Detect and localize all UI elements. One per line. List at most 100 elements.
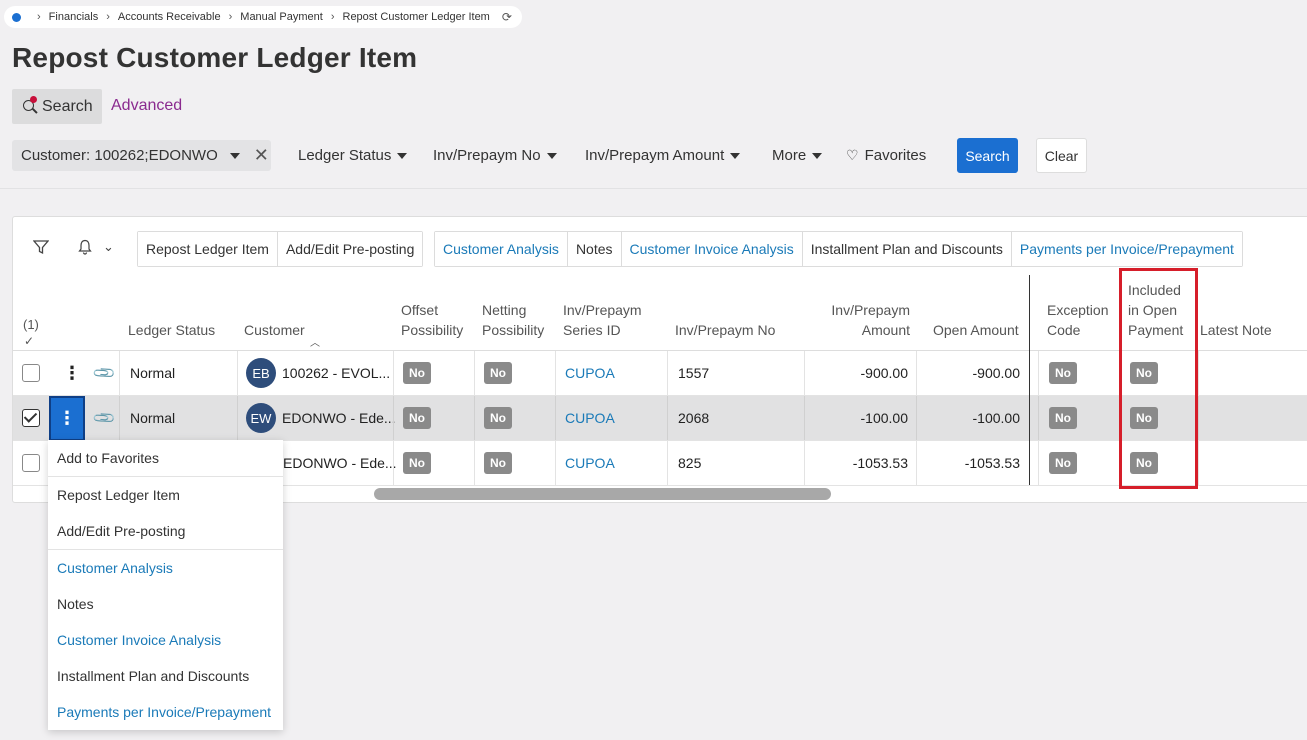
customer-invoice-analysis-button[interactable]: Customer Invoice Analysis <box>621 232 803 266</box>
cell-divider <box>916 396 917 440</box>
breadcrumb-accounts-receivable[interactable]: Accounts Receivable <box>118 11 221 23</box>
table-row[interactable]: ⋮ 📎 Normal EB 100262 - EVOL... No No CUP… <box>13 351 1307 396</box>
cell-divider <box>916 351 917 395</box>
more-filter[interactable]: More <box>772 147 823 164</box>
row-checkbox[interactable] <box>22 454 40 472</box>
inv-amount-filter-label: Inv/Prepaym Amount <box>585 147 725 164</box>
cell-divider <box>555 441 556 485</box>
scrollbar-thumb[interactable] <box>374 488 831 500</box>
home-icon[interactable] <box>12 12 21 22</box>
menu-notes[interactable]: Notes <box>57 596 94 612</box>
repost-ledger-item-button[interactable]: Repost Ledger Item <box>138 232 278 266</box>
offset-badge: No <box>403 407 431 429</box>
ledger-status-cell: Normal <box>130 365 176 381</box>
offset-badge: No <box>403 362 431 384</box>
cell-divider <box>555 351 556 395</box>
notes-button[interactable]: Notes <box>567 232 622 266</box>
cell-divider <box>474 351 475 395</box>
col-offset-possibility[interactable]: Offset Possibility <box>401 300 463 340</box>
installment-plan-button[interactable]: Installment Plan and Discounts <box>802 232 1012 266</box>
add-edit-preposting-button[interactable]: Add/Edit Pre-posting <box>277 232 423 266</box>
refresh-icon[interactable]: ⟳ <box>502 10 512 24</box>
series-id-link[interactable]: CUPOA <box>565 351 615 395</box>
menu-customer-invoice-analysis[interactable]: Customer Invoice Analysis <box>57 632 221 648</box>
ledger-status-filter[interactable]: Ledger Status <box>298 147 408 164</box>
chevron-right-icon: › <box>330 11 335 23</box>
cell-divider <box>916 441 917 485</box>
payments-per-invoice-button[interactable]: Payments per Invoice/Prepayment <box>1011 232 1242 266</box>
row-menu-icon[interactable]: ⋮ <box>49 396 85 441</box>
ledger-status-cell: Normal <box>130 410 176 426</box>
search-tab-label: Search <box>42 97 93 115</box>
clear-button[interactable]: Clear <box>1036 138 1087 173</box>
menu-repost-ledger-item[interactable]: Repost Ledger Item <box>57 487 180 503</box>
cell-divider <box>1198 396 1199 440</box>
menu-installment-plan[interactable]: Installment Plan and Discounts <box>57 668 249 684</box>
netting-badge: No <box>484 452 512 474</box>
netting-badge: No <box>484 407 512 429</box>
filter-icon[interactable] <box>32 239 50 260</box>
attachment-icon[interactable]: 📎 <box>91 360 117 386</box>
cell-divider <box>393 396 394 440</box>
col-exception-line1: Exception <box>1047 302 1109 318</box>
col-customer[interactable]: Customer <box>244 320 305 340</box>
menu-divider <box>48 549 283 550</box>
netting-cell: No <box>484 396 512 440</box>
open-amount-cell: -100.00 <box>972 410 1020 426</box>
row-menu-icon[interactable]: ⋮ <box>63 351 81 395</box>
series-id-link[interactable]: CUPOA <box>565 396 615 440</box>
command-group-primary: Repost Ledger Item Add/Edit Pre-posting <box>137 231 424 267</box>
col-open-amount[interactable]: Open Amount <box>933 320 1019 340</box>
breadcrumb-manual-payment[interactable]: Manual Payment <box>240 11 323 23</box>
breadcrumb-financials[interactable]: Financials <box>49 11 99 23</box>
col-ledger-status[interactable]: Ledger Status <box>128 320 215 340</box>
select-all-check[interactable]: ✓ <box>24 331 34 351</box>
col-netting-line1: Netting <box>482 302 527 318</box>
col-exception-code[interactable]: Exception Code <box>1047 300 1108 340</box>
col-latest-note[interactable]: Latest Note <box>1200 320 1272 340</box>
col-amount-line1: Inv/Prepaym <box>831 302 910 318</box>
col-inv-no[interactable]: Inv/Prepaym No <box>675 320 775 340</box>
bell-icon[interactable] <box>77 239 93 260</box>
customer-cell[interactable]: EDONWO - Ede... <box>283 441 397 485</box>
series-id-link[interactable]: CUPOA <box>565 441 615 485</box>
customer-name: 100262 - EVOL... <box>282 365 391 381</box>
search-tab[interactable]: Search <box>12 89 102 124</box>
customer-cell[interactable]: EW EDONWO - Ede... <box>246 396 396 440</box>
caret-down-icon[interactable] <box>229 152 240 159</box>
menu-payments-per-invoice[interactable]: Payments per Invoice/Prepayment <box>57 704 271 720</box>
offset-cell: No <box>403 441 431 485</box>
advanced-tab[interactable]: Advanced <box>111 97 182 115</box>
chevron-down-icon[interactable]: ⌄ <box>103 239 114 255</box>
cell-divider <box>804 351 805 395</box>
menu-add-to-favorites[interactable]: Add to Favorites <box>57 450 159 466</box>
heart-icon: ♡ <box>846 147 859 163</box>
col-netting-possibility[interactable]: Netting Possibility <box>482 300 544 340</box>
col-series-id[interactable]: Inv/Prepaym Series ID <box>563 300 642 340</box>
caret-down-icon <box>397 153 408 160</box>
customer-filter-chip[interactable]: Customer: 100262;EDONWO ✕ <box>12 140 271 171</box>
exception-cell: No <box>1049 351 1077 395</box>
customer-cell[interactable]: EB 100262 - EVOL... <box>246 351 390 395</box>
attachment-icon[interactable]: 📎 <box>91 405 117 431</box>
row-checkbox[interactable] <box>22 364 40 382</box>
netting-badge: No <box>484 362 512 384</box>
cell-divider <box>1198 441 1199 485</box>
avatar: EW <box>246 403 276 433</box>
menu-customer-analysis[interactable]: Customer Analysis <box>57 560 173 576</box>
command-group-navigation: Customer Analysis Notes Customer Invoice… <box>434 231 1243 267</box>
inv-amount-filter[interactable]: Inv/Prepaym Amount <box>585 147 741 164</box>
search-button[interactable]: Search <box>957 138 1018 173</box>
customer-analysis-button[interactable]: Customer Analysis <box>435 232 568 266</box>
close-icon[interactable]: ✕ <box>254 145 269 166</box>
col-netting-line2: Possibility <box>482 322 545 338</box>
col-inv-amount[interactable]: Inv/Prepaym Amount <box>813 300 910 340</box>
col-exception-line2: Code <box>1047 322 1081 338</box>
inv-no-filter[interactable]: Inv/Prepaym No <box>433 147 557 164</box>
menu-add-edit-preposting[interactable]: Add/Edit Pre-posting <box>57 523 185 539</box>
favorites-filter[interactable]: ♡ Favorites <box>846 147 926 164</box>
cell-divider <box>393 441 394 485</box>
cell-divider <box>555 396 556 440</box>
table-row[interactable]: ⋮ 📎 Normal EW EDONWO - Ede... No No CUPO… <box>13 396 1307 441</box>
row-checkbox[interactable] <box>22 409 40 427</box>
